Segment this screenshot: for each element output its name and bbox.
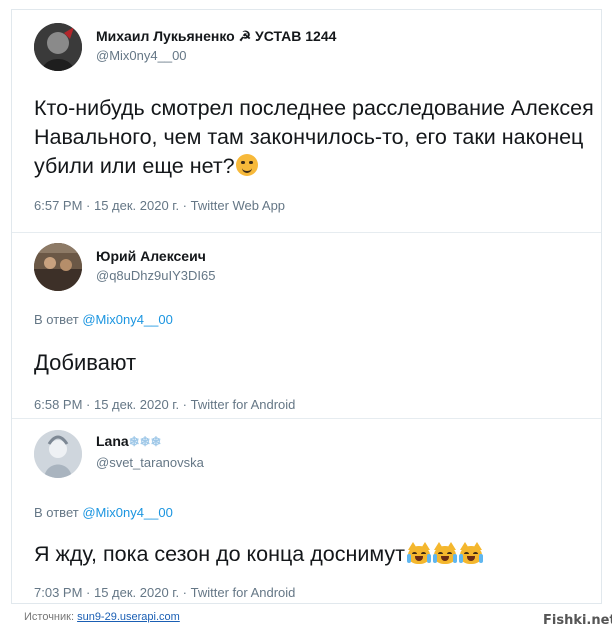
author-name[interactable]: Михаил Лукьяненко ☭ УСТАВ 1244 bbox=[96, 28, 336, 45]
crying-laughing-cat-icon bbox=[407, 542, 431, 564]
avatar[interactable] bbox=[34, 430, 82, 478]
thinking-face-icon bbox=[235, 154, 258, 176]
avatar[interactable] bbox=[34, 243, 82, 291]
tweet-main: Михаил Лукьяненко ☭ УСТАВ 1244 @Mix0ny4_… bbox=[12, 10, 601, 232]
source-link[interactable]: sun9-29.userapi.com bbox=[77, 611, 180, 623]
watermark: Fishki.net bbox=[543, 613, 612, 628]
reply-context: В ответ @Mix0ny4__00 bbox=[34, 505, 173, 520]
tweet-text-content: Кто-нибудь смотрел последнее расследован… bbox=[34, 96, 594, 178]
reply-to-link[interactable]: @Mix0ny4__00 bbox=[82, 505, 173, 520]
reply-to-link[interactable]: @Mix0ny4__00 bbox=[82, 312, 173, 327]
reply-context: В ответ @Mix0ny4__00 bbox=[34, 312, 173, 327]
author-name[interactable]: Юрий Алексеич bbox=[96, 248, 206, 264]
tweet-timestamp[interactable]: 7:03 PM · 15 дек. 2020 г. · Twitter for … bbox=[34, 585, 295, 600]
tweet-text: Добивают bbox=[34, 350, 137, 375]
crying-laughing-cat-icon bbox=[433, 542, 457, 564]
reply-prefix: В ответ bbox=[34, 312, 79, 327]
tweet-text: Я жду, пока сезон до конца доснимут bbox=[34, 540, 594, 569]
tweet-thread: Михаил Лукьяненко ☭ УСТАВ 1244 @Mix0ny4_… bbox=[11, 9, 602, 604]
source-credit: Источник: sun9-29.userapi.com bbox=[24, 611, 180, 623]
author-handle[interactable]: @q8uDhz9uIY3DI65 bbox=[96, 268, 215, 283]
author-name[interactable]: Lana❄❄❄ bbox=[96, 433, 161, 450]
tweet-text-content: Я жду, пока сезон до конца доснимут bbox=[34, 542, 405, 566]
tweet-timestamp[interactable]: 6:57 PM · 15 дек. 2020 г. · Twitter Web … bbox=[34, 198, 285, 213]
author-name-text: Lana bbox=[96, 433, 129, 449]
tweet-text: Кто-нибудь смотрел последнее расследован… bbox=[34, 94, 594, 181]
tweet-reply: Lana❄❄❄ @svet_taranovska В ответ @Mix0ny… bbox=[12, 419, 601, 603]
tweet-reply: Юрий Алексеич @q8uDhz9uIY3DI65 В ответ @… bbox=[12, 233, 601, 418]
author-handle[interactable]: @Mix0ny4__00 bbox=[96, 48, 187, 63]
snowflake-icons: ❄❄❄ bbox=[128, 434, 162, 449]
crying-laughing-cat-icon bbox=[459, 542, 483, 564]
reply-prefix: В ответ bbox=[34, 505, 79, 520]
source-label: Источник: bbox=[24, 611, 75, 623]
avatar[interactable] bbox=[34, 23, 82, 71]
tweet-timestamp[interactable]: 6:58 PM · 15 дек. 2020 г. · Twitter for … bbox=[34, 397, 295, 412]
author-handle[interactable]: @svet_taranovska bbox=[96, 455, 204, 470]
